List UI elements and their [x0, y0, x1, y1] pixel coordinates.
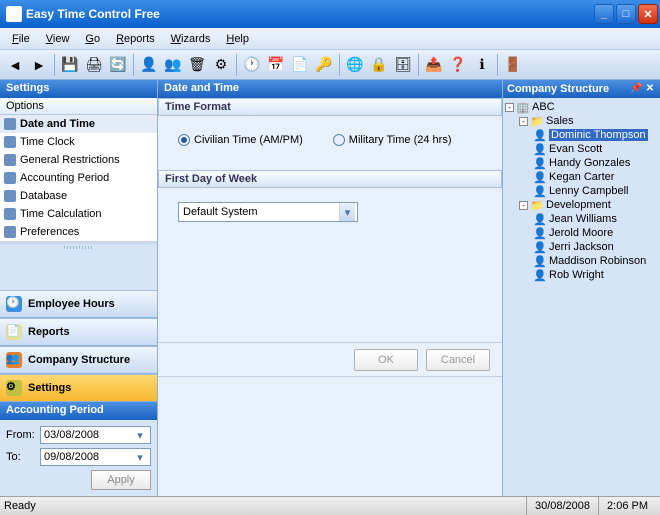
center-panel: Date and Time Time Format Civilian Time …: [158, 80, 502, 496]
tool-back-icon[interactable]: ◄: [4, 54, 26, 76]
radio-civilian[interactable]: Civilian Time (AM/PM): [178, 134, 303, 146]
menu-help[interactable]: Help: [218, 31, 257, 47]
chevron-down-icon[interactable]: ▾: [339, 203, 355, 221]
toolbar: ◄ ► 💾 🖨 🔄 👤 👥 🗑 ⚙ 🕐 📅 📄 🔑 🌐 🔒 🗄 📤 ❓ ℹ 🚪: [0, 50, 660, 80]
tool-report-icon[interactable]: 📄: [289, 54, 311, 76]
minimize-button[interactable]: _: [594, 4, 614, 24]
ok-button[interactable]: OK: [354, 349, 418, 371]
right-panel: Company Structure 📌 ✕ -🏢ABC -📁Sales 👤Dom…: [502, 80, 660, 496]
menu-wizards[interactable]: Wizards: [163, 31, 219, 47]
menu-bar: File View Go Reports Wizards Help: [0, 28, 660, 50]
radio-military[interactable]: Military Time (24 hrs): [333, 134, 452, 146]
close-button[interactable]: ✕: [638, 4, 658, 24]
time-format-header: Time Format: [158, 98, 502, 116]
nav-reports[interactable]: 📄Reports: [0, 318, 157, 346]
tree-person[interactable]: 👤Jerold Moore: [505, 226, 658, 240]
options-label: Options: [0, 98, 157, 115]
company-structure-header: Company Structure 📌 ✕: [503, 80, 660, 98]
close-panel-icon[interactable]: ✕: [644, 83, 656, 95]
tree-group-sales[interactable]: -📁Sales: [505, 114, 658, 128]
chevron-down-icon[interactable]: ▾: [133, 451, 147, 464]
tree-person[interactable]: 👤Maddison Robinson: [505, 254, 658, 268]
tool-lock-icon[interactable]: 🔒: [368, 54, 390, 76]
tree-person[interactable]: 👤Handy Gonzales: [505, 156, 658, 170]
settings-header: Settings: [0, 80, 157, 98]
from-label: From:: [6, 429, 40, 441]
first-day-header: First Day of Week: [158, 170, 502, 188]
option-preferences[interactable]: Preferences: [0, 223, 157, 241]
left-panel: Settings Options Date and Time Time Cloc…: [0, 80, 158, 496]
option-date-time[interactable]: Date and Time: [0, 115, 157, 133]
accounting-period-body: From: 03/08/2008▾ To: 09/08/2008▾ Apply: [0, 420, 157, 496]
company-tree: -🏢ABC -📁Sales 👤Dominic Thompson 👤Evan Sc…: [503, 98, 660, 284]
cancel-button[interactable]: Cancel: [426, 349, 490, 371]
tool-forward-icon[interactable]: ►: [28, 54, 50, 76]
tool-print-icon[interactable]: 🖨: [83, 54, 105, 76]
options-list: Date and Time Time Clock General Restric…: [0, 115, 157, 241]
tool-users-icon[interactable]: 👥: [162, 54, 184, 76]
tool-key-icon[interactable]: 🔑: [313, 54, 335, 76]
maximize-button[interactable]: □: [616, 4, 636, 24]
tree-person[interactable]: 👤Dominic Thompson: [505, 128, 658, 142]
option-accounting-period[interactable]: Accounting Period: [0, 169, 157, 187]
tree-person[interactable]: 👤Jean Williams: [505, 212, 658, 226]
status-ready: Ready: [4, 500, 36, 512]
tree-person[interactable]: 👤Rob Wright: [505, 268, 658, 282]
nav-settings[interactable]: ⚙Settings: [0, 374, 157, 402]
tool-clock-icon[interactable]: 🕐: [241, 54, 263, 76]
option-database[interactable]: Database: [0, 187, 157, 205]
tree-person[interactable]: 👤Evan Scott: [505, 142, 658, 156]
menu-view[interactable]: View: [38, 31, 78, 47]
status-time: 2:06 PM: [598, 497, 656, 515]
to-label: To:: [6, 451, 40, 463]
nav-company-structure[interactable]: 👥Company Structure: [0, 346, 157, 374]
tree-person[interactable]: 👤Jerri Jackson: [505, 240, 658, 254]
status-bar: Ready 30/08/2008 2:06 PM: [0, 496, 660, 515]
tool-delete-icon[interactable]: 🗑: [186, 54, 208, 76]
option-time-clock[interactable]: Time Clock: [0, 133, 157, 151]
option-time-calculation[interactable]: Time Calculation: [0, 205, 157, 223]
option-general-restrictions[interactable]: General Restrictions: [0, 151, 157, 169]
tool-calendar-icon[interactable]: 📅: [265, 54, 287, 76]
to-date-input[interactable]: 09/08/2008▾: [40, 448, 151, 466]
combo-value: Default System: [183, 206, 258, 218]
tree-group-development[interactable]: -📁Development: [505, 198, 658, 212]
title-bar: Easy Time Control Free _ □ ✕: [0, 0, 660, 28]
nav-employee-hours[interactable]: 🕐Employee Hours: [0, 290, 157, 318]
menu-go[interactable]: Go: [77, 31, 108, 47]
tool-info-icon[interactable]: ℹ: [471, 54, 493, 76]
tool-refresh-icon[interactable]: 🔄: [107, 54, 129, 76]
apply-button[interactable]: Apply: [91, 470, 151, 490]
tool-export-icon[interactable]: 📤: [423, 54, 445, 76]
tool-db-icon[interactable]: 🗄: [392, 54, 414, 76]
tool-gear-icon[interactable]: ⚙: [210, 54, 232, 76]
tree-person[interactable]: 👤Lenny Campbell: [505, 184, 658, 198]
from-date-input[interactable]: 03/08/2008▾: [40, 426, 151, 444]
radio-icon: [178, 134, 190, 146]
status-date: 30/08/2008: [526, 497, 598, 515]
accounting-period-header: Accounting Period: [0, 402, 157, 420]
chevron-down-icon[interactable]: ▾: [133, 429, 147, 442]
first-day-combo[interactable]: Default System ▾: [178, 202, 358, 222]
app-icon: [6, 6, 22, 22]
dialog-button-row: OK Cancel: [158, 342, 502, 376]
radio-icon: [333, 134, 345, 146]
window-title: Easy Time Control Free: [26, 7, 592, 21]
tool-exit-icon[interactable]: 🚪: [502, 54, 524, 76]
center-title: Date and Time: [158, 80, 502, 98]
splitter-grip-icon[interactable]: [64, 246, 94, 249]
menu-reports[interactable]: Reports: [108, 31, 163, 47]
tool-user-icon[interactable]: 👤: [138, 54, 160, 76]
pin-icon[interactable]: 📌: [630, 83, 642, 95]
tool-help-icon[interactable]: ❓: [447, 54, 469, 76]
tree-root[interactable]: -🏢ABC: [505, 100, 658, 114]
tool-globe-icon[interactable]: 🌐: [344, 54, 366, 76]
tool-save-icon[interactable]: 💾: [59, 54, 81, 76]
nav-group: 🕐Employee Hours 📄Reports 👥Company Struct…: [0, 290, 157, 402]
tree-person[interactable]: 👤Kegan Carter: [505, 170, 658, 184]
menu-file[interactable]: File: [4, 31, 38, 47]
